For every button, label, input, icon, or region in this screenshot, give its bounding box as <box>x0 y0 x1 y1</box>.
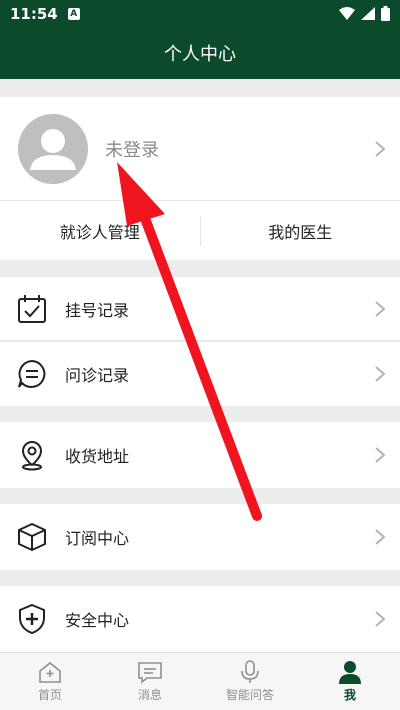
battery-icon <box>381 6 390 21</box>
tab-label: 智能问答 <box>225 688 274 702</box>
menu-item-label: 安全中心 <box>65 611 130 630</box>
menu-item-security-center[interactable]: 安全中心 <box>0 586 400 652</box>
chevron-right-icon <box>375 300 386 317</box>
profile-card[interactable]: 未登录 <box>0 97 400 201</box>
chat-bubble-icon <box>16 358 48 390</box>
tab-home[interactable]: 首页 <box>0 653 100 710</box>
box-icon <box>16 521 48 553</box>
status-icons <box>339 6 390 21</box>
tab-label: 我 <box>343 688 356 702</box>
tab-label: 首页 <box>37 688 62 702</box>
chevron-right-icon <box>375 366 386 382</box>
tab-me[interactable]: 我 <box>300 653 400 710</box>
menu-item-consultation-records[interactable]: 问诊记录 <box>0 342 400 406</box>
tab-messages[interactable]: 消息 <box>100 653 200 710</box>
chevron-right-icon <box>375 140 386 157</box>
menu-item-label: 订阅中心 <box>65 529 130 548</box>
tab-smart-qa[interactable]: 智能问答 <box>200 653 300 710</box>
home-icon <box>39 661 61 683</box>
status-time: 11:54 <box>10 4 58 23</box>
status-bar: 11:54 A <box>0 0 400 27</box>
quick-links: 就诊人管理 我的医生 <box>0 201 400 260</box>
bottom-tab-bar: 首页 消息 智能问答 我 <box>0 652 400 710</box>
calendar-check-icon <box>16 293 48 325</box>
page-title: 个人中心 <box>164 44 236 65</box>
wifi-icon <box>339 7 355 20</box>
person-icon <box>339 661 361 684</box>
location-pin-icon <box>16 439 48 471</box>
patient-management-link[interactable]: 就诊人管理 <box>0 219 200 243</box>
menu-item-registration-records[interactable]: 挂号记录 <box>0 277 400 341</box>
signal-icon <box>361 7 375 20</box>
microphone-icon <box>241 660 259 683</box>
title-bar: 个人中心 <box>0 27 400 79</box>
menu-item-label: 问诊记录 <box>65 366 130 385</box>
chevron-right-icon <box>375 529 386 545</box>
shield-plus-icon <box>16 603 48 635</box>
tab-label: 消息 <box>137 688 162 702</box>
chevron-right-icon <box>375 447 386 463</box>
menu-item-label: 挂号记录 <box>65 300 130 320</box>
avatar-placeholder-icon <box>30 128 76 170</box>
avatar[interactable] <box>18 113 88 184</box>
login-status-label[interactable]: 未登录 <box>105 136 159 162</box>
menu-item-shipping-address[interactable]: 收货地址 <box>0 422 400 488</box>
my-doctors-link[interactable]: 我的医生 <box>201 219 400 243</box>
notification-icon: A <box>67 7 80 20</box>
menu-item-subscription-center[interactable]: 订阅中心 <box>0 504 400 570</box>
message-icon <box>138 662 162 684</box>
chevron-right-icon <box>375 611 386 627</box>
menu-item-label: 收货地址 <box>65 447 130 466</box>
